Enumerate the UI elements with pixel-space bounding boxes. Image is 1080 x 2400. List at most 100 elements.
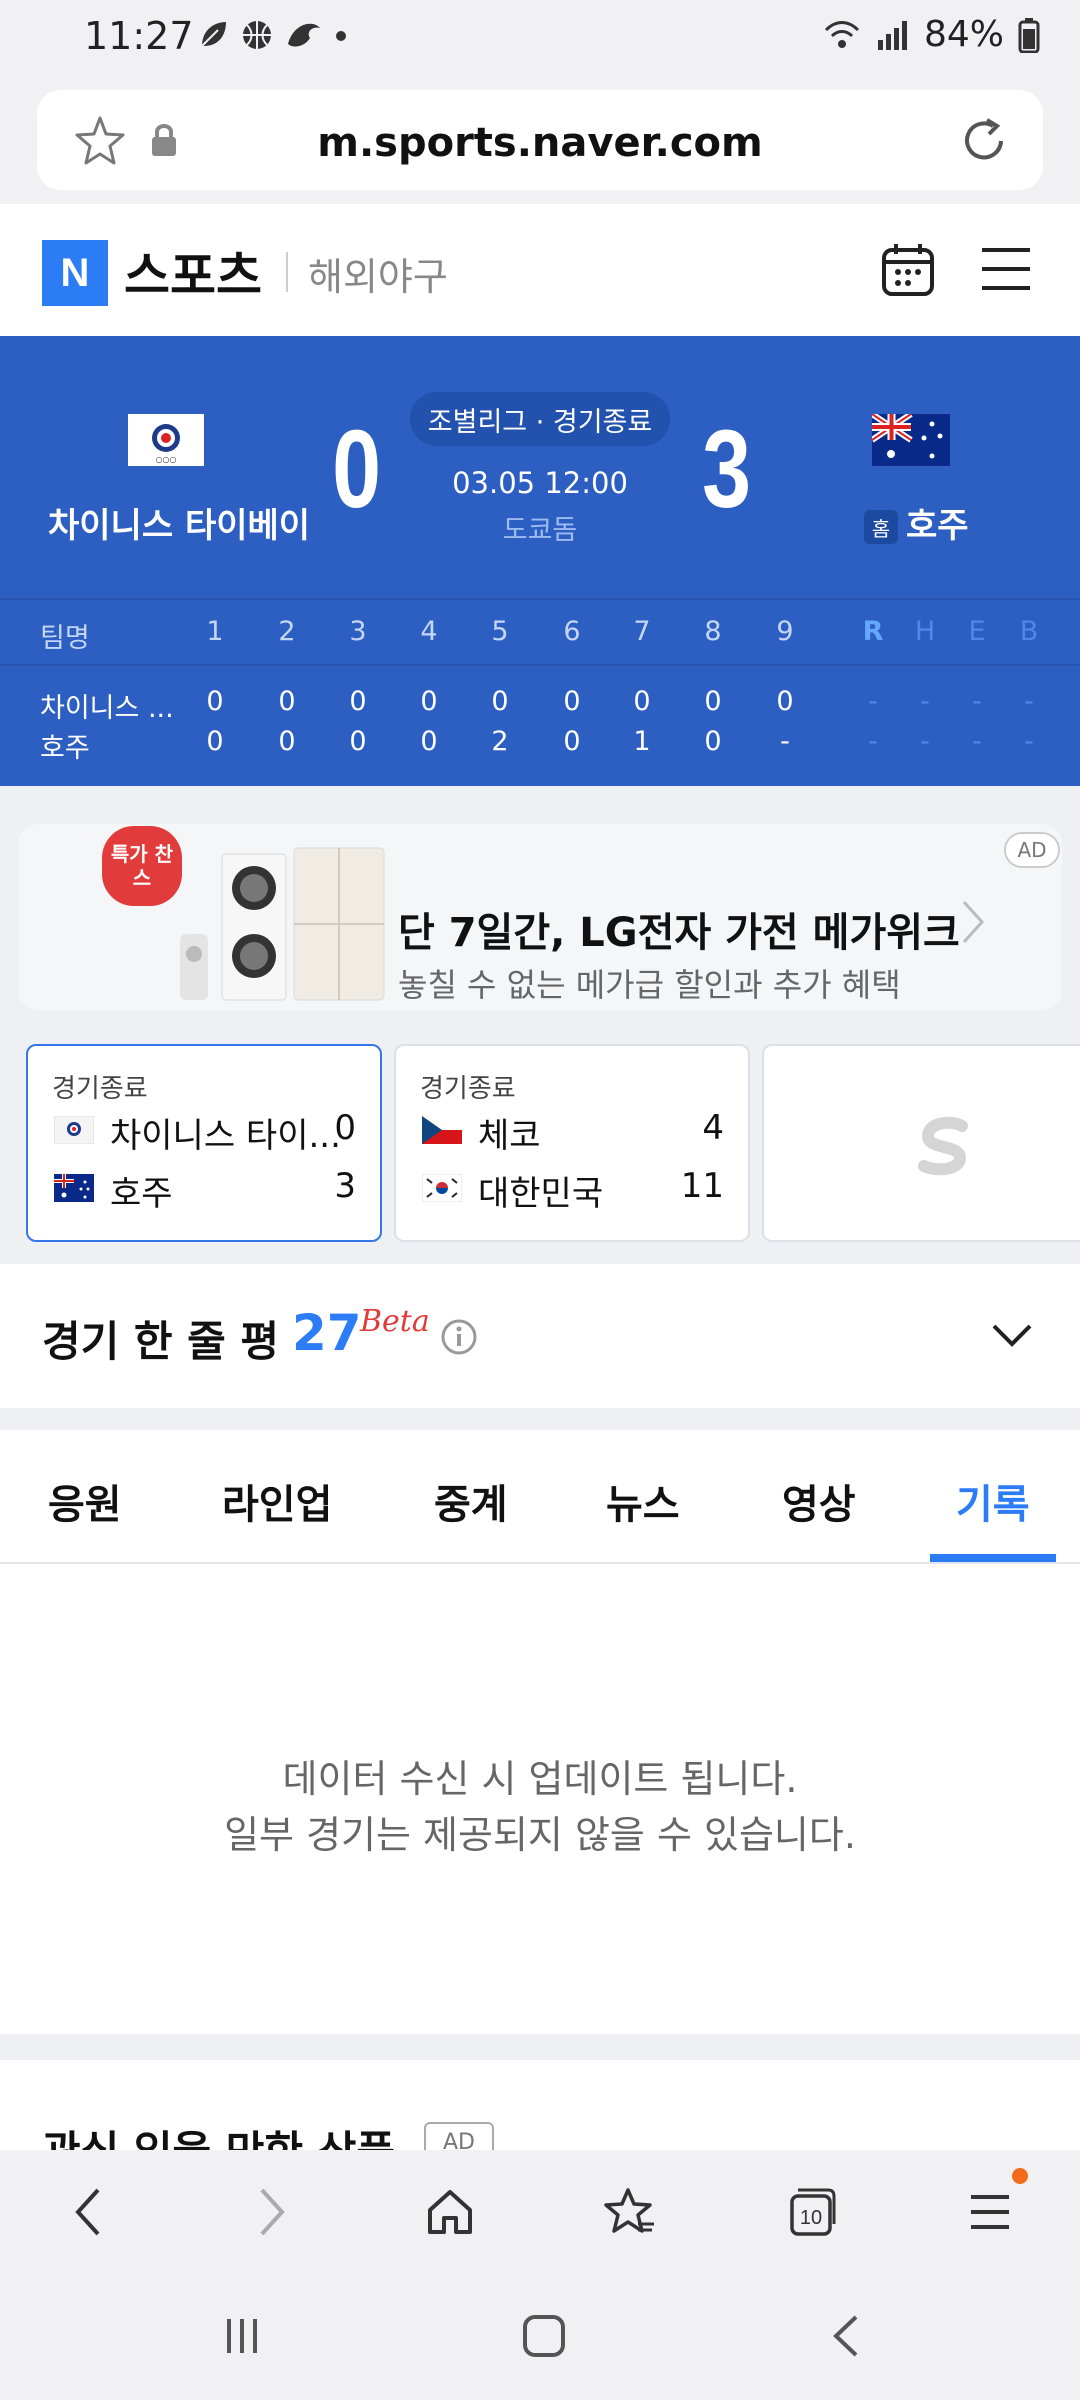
chinese-taipei-flag-icon: ○○○: [128, 414, 204, 466]
game-card-row: 호주 3: [54, 1166, 356, 1214]
korea-flag-icon: [422, 1174, 462, 1202]
one-line-review-section[interactable]: 경기 한 줄 평 27 Beta: [0, 1264, 1080, 1408]
hits-header: H: [914, 616, 936, 647]
home-badge: 홈: [864, 510, 898, 544]
hits-value: -: [920, 726, 930, 757]
back-icon: [75, 2188, 100, 2236]
game-card-team: 호주: [110, 1174, 173, 1214]
tab-broadcast[interactable]: 중계: [434, 1472, 508, 1530]
inning-score: 0: [563, 726, 581, 757]
bb-value: -: [1024, 686, 1034, 717]
bb-header: B: [1019, 616, 1039, 647]
status-bar: 11:27 84%: [0, 0, 1080, 80]
section-gap: [0, 2034, 1080, 2060]
game-datetime: 03.05 12:00: [452, 466, 628, 500]
inning-score: -: [780, 726, 790, 757]
ad-subtitle: 놓칠 수 없는 메가급 할인과 추가 혜택: [398, 966, 901, 1004]
ad-section: 단 7일간, LG전자 가전 메가위크 놓칠 수 없는 메가급 할인과 추가 혜…: [0, 786, 1080, 1022]
runs-value: -: [868, 726, 878, 757]
inning-score: 0: [349, 686, 367, 717]
game-card-score: 0: [334, 1108, 356, 1148]
chevron-down-icon[interactable]: [990, 1320, 1034, 1350]
placeholder-logo-icon: [918, 1116, 968, 1176]
inning-header: 4: [420, 616, 438, 647]
inning-score: 1: [633, 726, 651, 757]
inning-score: 0: [206, 726, 224, 757]
inning-score: 0: [491, 686, 509, 717]
home-button[interactable]: [412, 2174, 488, 2250]
australia-flag-icon: [54, 1174, 94, 1202]
svg-text:○○○: ○○○: [156, 455, 177, 464]
game-card-score: 4: [702, 1108, 724, 1148]
tab-record[interactable]: 기록: [956, 1472, 1030, 1530]
url-text[interactable]: m.sports.naver.com: [37, 120, 1043, 166]
game-card-row: 차이니스 타이... 0: [54, 1108, 356, 1156]
notification-dot: [1012, 2168, 1028, 2184]
brand-title[interactable]: 스포츠: [124, 236, 262, 308]
game-card-carousel: 경기종료 차이니스 타이... 0 호주 3 경기종료 체코 4 대한민국 11: [0, 1022, 1080, 1264]
address-bar[interactable]: m.sports.naver.com: [37, 90, 1043, 190]
section-title[interactable]: 해외야구: [308, 246, 448, 301]
wifi-icon: [824, 20, 860, 48]
tab-cheer[interactable]: 응원: [48, 1472, 122, 1530]
naver-logo[interactable]: N: [42, 240, 108, 306]
tabs-button[interactable]: 10: [772, 2174, 848, 2250]
inning-score: 0: [278, 726, 296, 757]
game-card-placeholder[interactable]: [762, 1044, 1080, 1242]
recent-apps-button[interactable]: [204, 2298, 280, 2374]
inning-score: 2: [491, 726, 509, 757]
ad-title[interactable]: 단 7일간, LG전자 가전 메가위크: [398, 900, 960, 958]
dot-icon: [336, 31, 346, 41]
game-tabs: 응원 라인업 중계 뉴스 영상 기록: [0, 1430, 1080, 1564]
beta-label: Beta: [360, 1304, 430, 1339]
game-card-team: 차이니스 타이...: [110, 1116, 341, 1156]
inning-header: 7: [633, 616, 651, 647]
tab-video[interactable]: 영상: [782, 1472, 856, 1530]
basketball-icon: [243, 21, 271, 49]
ad-promo-burst: 특가 찬스: [102, 826, 182, 906]
inning-score: 0: [776, 686, 794, 717]
info-icon[interactable]: [440, 1318, 478, 1356]
calendar-icon[interactable]: [878, 240, 938, 300]
inning-header: 5: [491, 616, 509, 647]
inning-score: 0: [420, 686, 438, 717]
runs-header: R: [862, 616, 884, 647]
browser-menu-button[interactable]: [952, 2174, 1028, 2250]
linescore-divider: [0, 598, 1080, 600]
ad-badge[interactable]: AD: [1004, 832, 1060, 868]
chevron-right-icon[interactable]: [958, 896, 988, 948]
tab-news[interactable]: 뉴스: [606, 1472, 680, 1530]
one-line-review-title: 경기 한 줄 평: [42, 1317, 280, 1366]
inning-score: 0: [349, 726, 367, 757]
australia-flag-icon: [872, 414, 950, 466]
reload-icon[interactable]: [957, 114, 1011, 168]
system-back-button[interactable]: [808, 2298, 884, 2374]
tab-count: 10: [800, 2207, 822, 2229]
czech-flag-icon: [422, 1116, 462, 1144]
appliance-image: [180, 847, 385, 1001]
game-card[interactable]: 경기종료 차이니스 타이... 0 호주 3: [26, 1044, 382, 1242]
tab-lineup[interactable]: 라인업: [222, 1472, 332, 1530]
inning-score: 0: [278, 686, 296, 717]
game-card-score: 11: [680, 1166, 724, 1206]
errors-value: -: [972, 686, 982, 717]
battery-percent: 84%: [923, 14, 1004, 55]
away-team-name[interactable]: 차이니스 타이베이: [48, 498, 310, 547]
system-home-button[interactable]: [506, 2298, 582, 2374]
home-score: 3: [702, 408, 752, 531]
game-card[interactable]: 경기종료 체코 4 대한민국 11: [394, 1044, 750, 1242]
bb-value: -: [1024, 726, 1034, 757]
empty-message-line: 일부 경기는 제공되지 않을 수 있습니다.: [224, 1813, 856, 1857]
system-home-icon: [523, 2315, 565, 2357]
game-card-team: 대한민국: [478, 1174, 604, 1214]
menu-icon[interactable]: [978, 244, 1034, 294]
header-divider: [286, 252, 288, 292]
forward-button[interactable]: [234, 2174, 310, 2250]
hits-value: -: [920, 686, 930, 717]
system-nav-bar: [0, 2272, 1080, 2400]
back-button[interactable]: [50, 2174, 126, 2250]
home-team-name[interactable]: 호주: [906, 498, 969, 547]
status-right: 84%: [822, 14, 1040, 55]
away-score: 0: [332, 408, 382, 531]
bookmarks-button[interactable]: [592, 2174, 668, 2250]
